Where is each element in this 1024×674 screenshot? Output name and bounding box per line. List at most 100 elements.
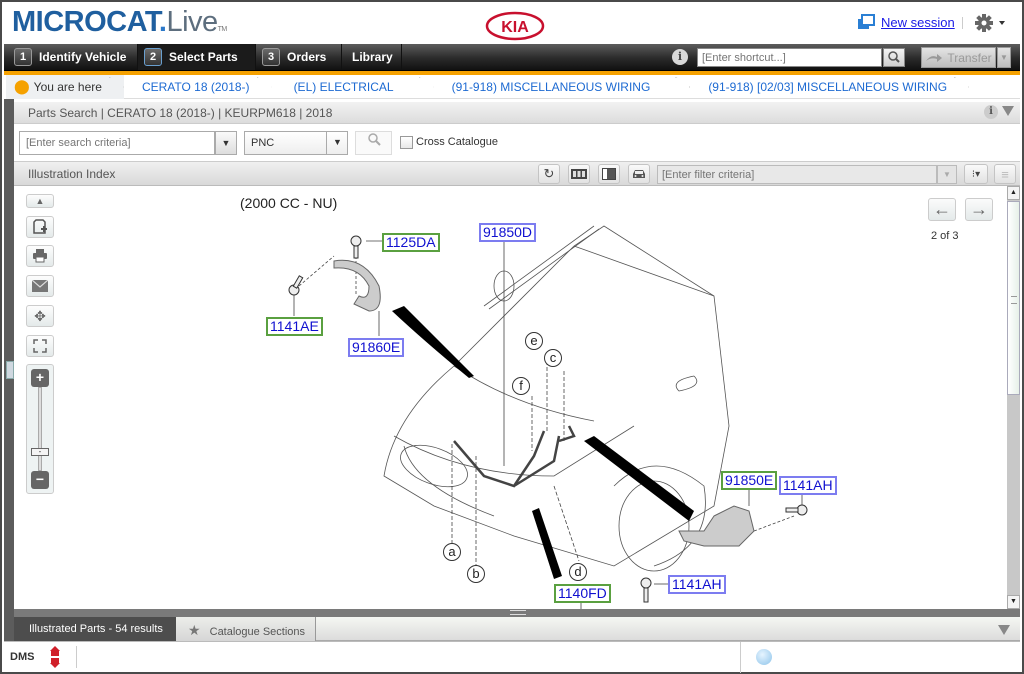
filmstrip-view-button[interactable] [568, 164, 590, 184]
part-callout[interactable]: 91860E [348, 338, 405, 357]
status-separator [76, 646, 77, 668]
filter-icon: ⁝▾ [971, 168, 981, 180]
part-callout[interactable]: 91850D [479, 223, 537, 242]
refresh-button[interactable]: ↻ [538, 164, 560, 184]
illustration-index-bar: Illustration Index ↻ ▼ ⁝▾ ≡ [14, 162, 1020, 186]
scrollbar-grip [1011, 296, 1017, 304]
illustration-viewer[interactable]: ▲ ✥ + - − (2000 CC - NU) ← → 2 of 3 1125… [14, 186, 1008, 609]
info-icon[interactable]: i [672, 49, 688, 65]
dms-connection-icon[interactable] [48, 646, 62, 668]
vehicle-filter-button[interactable] [628, 164, 650, 184]
diagram-letter-marker: d [569, 563, 587, 581]
scroll-down-arrow[interactable]: ▼ [1007, 595, 1020, 609]
globe-icon [756, 649, 772, 665]
split-view-button[interactable] [598, 164, 620, 184]
part-callout[interactable]: 91850E [721, 471, 778, 490]
scroll-up-arrow[interactable]: ▲ [1007, 186, 1020, 200]
main-nav: 1 Identify Vehicle 2 Select Parts 3 Orde… [4, 44, 1020, 71]
app-window: MICROCAT.LiveTM KIA New session 1 Identi… [0, 0, 1024, 674]
refresh-icon: ↻ [543, 166, 555, 181]
breadcrumb-item[interactable]: (EL) ELECTRICAL [272, 75, 434, 99]
breadcrumb-item[interactable]: CERATO 18 (2018-) [124, 75, 272, 99]
list-view-button[interactable]: ≡ [994, 164, 1016, 184]
info-icon[interactable]: i [984, 105, 998, 119]
tab-illustrated-parts[interactable]: Illustrated Parts - 54 results [14, 617, 176, 641]
transfer-button[interactable]: Transfer [921, 47, 996, 68]
breadcrumb-item[interactable]: (91-918) MISCELLANEOUS WIRING [434, 75, 691, 99]
part-callout[interactable]: 1125DA [382, 233, 440, 252]
new-session-label[interactable]: New session [881, 15, 955, 30]
bracket-shape [333, 259, 381, 312]
search-history-dropdown[interactable]: ▼ [215, 131, 237, 155]
logo-sub-text: Live [166, 6, 218, 38]
search-button[interactable] [355, 131, 392, 155]
filter-criteria-input[interactable] [657, 165, 937, 184]
diagram-letter-marker: e [525, 332, 543, 350]
tab-label: Orders [287, 50, 327, 64]
header-separator [962, 17, 963, 29]
kia-logo: KIA [485, 11, 545, 41]
new-window-icon [858, 14, 875, 29]
collapse-icon[interactable] [998, 625, 1010, 635]
transfer-arrow-icon [926, 53, 943, 62]
breadcrumb: ⬤ You are here CERATO 18 (2018-) (EL) EL… [6, 74, 1020, 99]
logo-main-text: MICROCAT [12, 6, 159, 38]
bottom-tabs: Illustrated Parts - 54 results ★ Catalog… [14, 617, 1020, 641]
leader-arrow [532, 508, 562, 579]
tab-label: Catalogue Sections [209, 626, 306, 638]
breadcrumb-item[interactable]: (91-918) [02/03] MISCELLANEOUS WIRING [690, 75, 969, 99]
parts-search-header: Parts Search | CERATO 18 (2018-) | KEURP… [14, 102, 1020, 124]
chevron-down-icon [999, 21, 1005, 25]
wiring-harness [453, 425, 576, 488]
diagram-letter-marker: a [443, 543, 461, 561]
cross-catalogue-label[interactable]: Cross Catalogue [416, 136, 498, 148]
tab-label: Identify Vehicle [39, 50, 127, 64]
illustration-index-title: Illustration Index [28, 167, 116, 181]
part-callout[interactable]: 1141AH [779, 476, 837, 495]
microcat-logo: MICROCAT.LiveTM [12, 6, 227, 39]
tab-orders[interactable]: 3 Orders [256, 44, 342, 70]
settings-menu[interactable] [974, 13, 1008, 36]
shortcut-input[interactable] [697, 48, 882, 67]
search-type-dropdown[interactable]: ▼ [326, 131, 348, 155]
logo-tm: TM [217, 26, 228, 33]
tab-select-parts[interactable]: 2 Select Parts [138, 44, 256, 70]
shortcut-search-button[interactable] [883, 48, 905, 67]
transfer-label: Transfer [947, 50, 992, 65]
tab-identify-vehicle[interactable]: 1 Identify Vehicle [8, 44, 138, 70]
parts-search-title: Parts Search | CERATO 18 (2018-) | KEURP… [28, 106, 333, 120]
new-session-link[interactable]: New session [857, 14, 955, 30]
collapse-icon[interactable] [1002, 106, 1014, 116]
tab-label: Illustrated Parts - 54 results [29, 623, 163, 635]
tab-label: Select Parts [169, 50, 238, 64]
splitter-grip[interactable] [510, 610, 526, 615]
header: MICROCAT.LiveTM KIA New session [2, 2, 1022, 44]
location-pin-icon: ⬤ [14, 78, 30, 94]
illustration-scrollbar[interactable]: ▲ ▼ [1007, 186, 1020, 609]
dms-label: DMS [10, 651, 35, 663]
diagram-letter-marker: c [544, 349, 562, 367]
search-icon [888, 51, 900, 63]
scrollbar-thumb[interactable] [1007, 201, 1020, 395]
filmstrip-icon [571, 169, 587, 179]
filter-options-button[interactable]: ⁝▾ [964, 164, 988, 184]
search-criteria-input[interactable] [19, 131, 215, 155]
part-callout[interactable]: 1140FD [554, 584, 611, 603]
leader-arrow [584, 436, 694, 521]
transfer-dropdown[interactable]: ▼ [997, 47, 1011, 68]
tab-library[interactable]: Library [342, 44, 402, 70]
diagram-letter-marker: b [467, 565, 485, 583]
part-callout[interactable]: 1141AE [266, 317, 323, 336]
tab-label: Library [352, 50, 393, 64]
part-callout[interactable]: 1141AH [668, 575, 726, 594]
parts-diagram [288, 225, 808, 609]
cross-catalogue-checkbox[interactable] [400, 136, 413, 149]
tab-number: 3 [262, 48, 280, 66]
diagram-letter-marker: f [512, 377, 530, 395]
tab-catalogue-sections[interactable]: ★ Catalogue Sections [176, 617, 316, 641]
expand-panel-toggle[interactable] [6, 361, 14, 379]
list-icon: ≡ [1001, 166, 1009, 182]
tab-number: 1 [14, 48, 32, 66]
filter-dropdown[interactable]: ▼ [937, 165, 957, 184]
panel-splitter[interactable] [14, 609, 1020, 617]
